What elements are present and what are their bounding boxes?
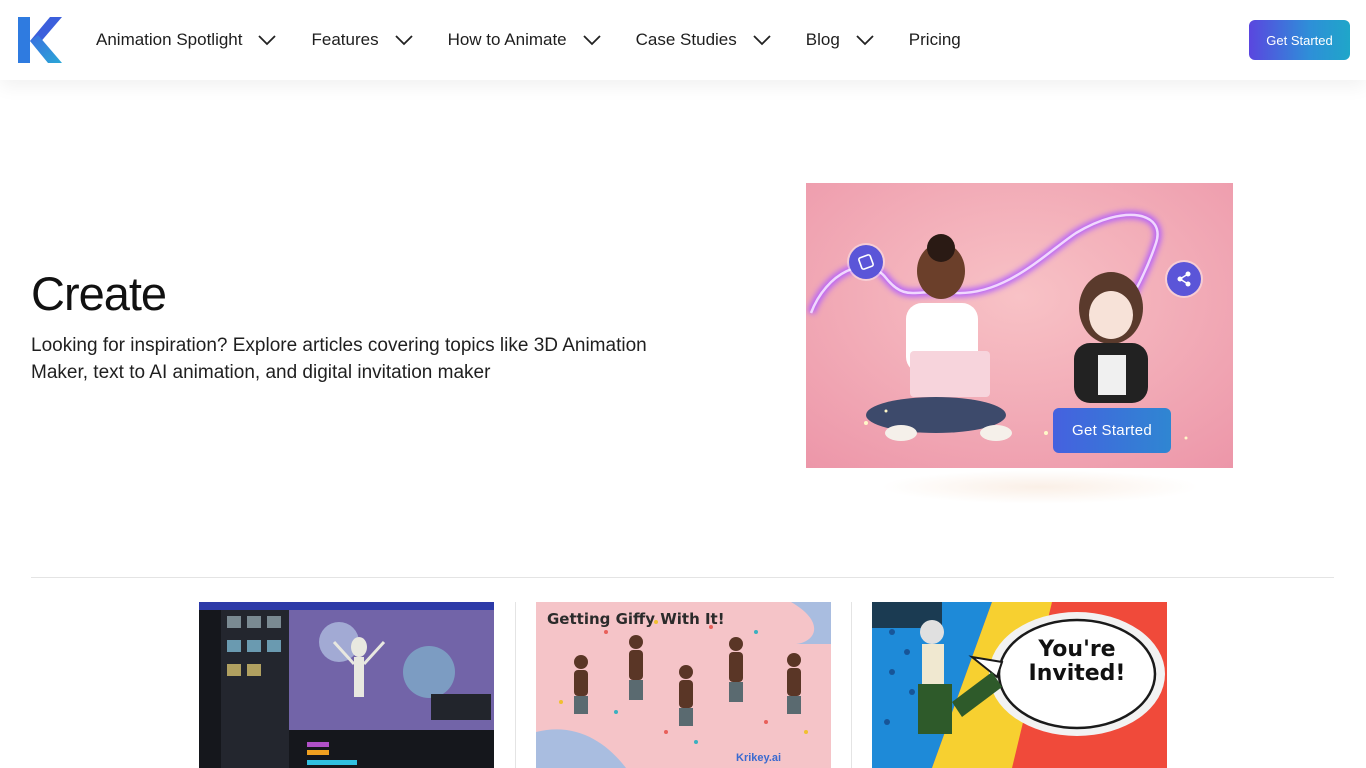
menu-how-to-animate[interactable]: How to Animate (448, 30, 602, 50)
menu-label: Pricing (908, 30, 961, 49)
card-separator (851, 602, 852, 768)
main-menu: Animation Spotlight Features How to Anim… (96, 0, 961, 80)
hero-image: Get Started (806, 183, 1233, 468)
edit-icon (849, 245, 883, 279)
menu-label: How to Animate (447, 30, 567, 49)
chevron-down-icon (394, 35, 413, 46)
chevron-down-icon (856, 35, 874, 46)
menu-animation-spotlight[interactable]: Animation Spotlight (96, 30, 277, 50)
card-title-text: Getting Giffy With It! (547, 610, 725, 628)
menu-case-studies[interactable]: Case Studies (636, 30, 772, 50)
menu-label: Animation Spotlight (96, 30, 243, 49)
menu-pricing[interactable]: Pricing (909, 30, 961, 50)
chevron-down-icon (583, 35, 601, 46)
article-card-invitation[interactable]: You're Invited! (872, 602, 1167, 768)
menu-label: Blog (805, 30, 840, 49)
top-navigation: Animation Spotlight Features How to Anim… (0, 0, 1366, 80)
article-card-giffy[interactable]: Getting Giffy With It! Krikey.ai (536, 602, 831, 768)
page-title: Create (31, 267, 167, 320)
chevron-down-icon (753, 35, 771, 46)
card-thumbnail (199, 602, 494, 768)
invitation-title: You're Invited! (1028, 637, 1126, 686)
brand-watermark: Krikey.ai (736, 752, 782, 764)
chevron-down-icon (258, 35, 277, 46)
share-icon (1167, 262, 1201, 296)
menu-features[interactable]: Features (311, 30, 413, 50)
menu-label: Case Studies (635, 30, 737, 49)
hero-description: Looking for inspiration? Explore article… (31, 335, 647, 383)
hero-image-glow (880, 470, 1200, 504)
section-divider (31, 577, 1334, 578)
menu-blog[interactable]: Blog (806, 30, 875, 50)
article-card-animation-editor[interactable] (199, 602, 494, 768)
get-started-button[interactable]: Get Started (1249, 20, 1350, 60)
card-separator (515, 602, 516, 768)
menu-label: Features (311, 30, 379, 49)
krikey-logo[interactable] (16, 15, 64, 65)
hero-get-started-button[interactable]: Get Started (1053, 408, 1171, 453)
